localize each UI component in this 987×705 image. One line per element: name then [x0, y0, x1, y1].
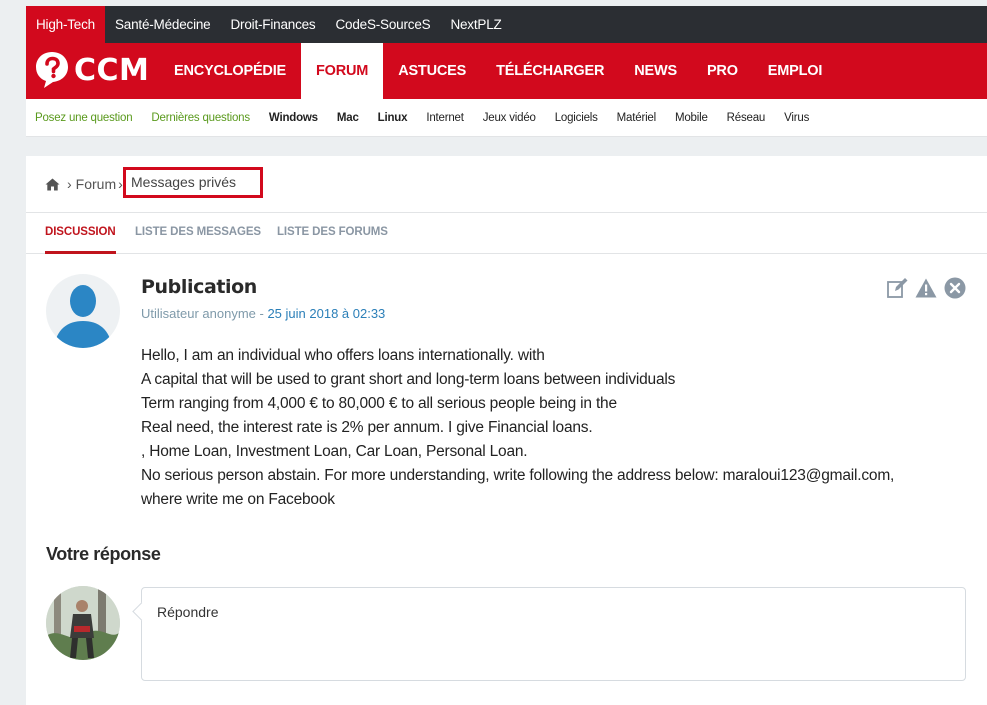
breadcrumb-separator-icon: › [67, 176, 72, 192]
breadcrumb-current: Messages privés [123, 167, 263, 198]
network-link-nextplz[interactable]: NextPLZ [440, 6, 511, 43]
post-title: Publication [141, 276, 257, 298]
ccm-logo[interactable]: CCM [34, 50, 149, 90]
nav-news[interactable]: NEWS [619, 43, 692, 99]
reply-heading: Votre réponse [46, 544, 161, 564]
network-link-droit[interactable]: Droit-Finances [221, 6, 326, 43]
subnav-windows[interactable]: Windows [269, 112, 318, 124]
nav-telecharger[interactable]: TÉLÉCHARGER [481, 43, 619, 99]
post-meta: Utilisateur anonyme - 25 juin 2018 à 02:… [141, 306, 385, 321]
subnav-materiel[interactable]: Matériel [617, 112, 657, 124]
network-link-high-tech[interactable]: High-Tech [26, 6, 105, 43]
warning-icon[interactable] [915, 277, 937, 299]
main-nav: ENCYCLOPÉDIE FORUM ASTUCES TÉLÉCHARGER N… [159, 43, 837, 99]
post-date[interactable]: 25 juin 2018 à 02:33 [267, 306, 385, 321]
logo-text: CCM [74, 52, 150, 88]
subnav-latest-questions[interactable]: Dernières questions [151, 112, 250, 124]
subnav-linux[interactable]: Linux [378, 112, 408, 124]
user-photo-icon [46, 586, 120, 660]
post-author: Utilisateur anonyme [141, 306, 256, 321]
meta-separator: - [255, 306, 268, 321]
breadcrumb: › Forum › [45, 174, 127, 194]
subnav-virus[interactable]: Virus [784, 112, 809, 124]
author-avatar [46, 274, 120, 348]
subnav-reseau[interactable]: Réseau [727, 112, 766, 124]
subnav-mac[interactable]: Mac [337, 112, 359, 124]
subnav-internet[interactable]: Internet [426, 112, 464, 124]
content-card: › Forum › Messages privés DISCUSSION LIS… [26, 156, 987, 705]
nav-emploi[interactable]: EMPLOI [753, 43, 837, 99]
home-icon[interactable] [45, 178, 60, 191]
post-line: where write me on Facebook [141, 491, 335, 508]
post-line: No serious person abstain. For more unde… [141, 467, 895, 484]
subnav-mobile[interactable]: Mobile [675, 112, 708, 124]
breadcrumb-forum[interactable]: Forum [76, 176, 116, 192]
subnav-logiciels[interactable]: Logiciels [555, 112, 598, 124]
tabs: DISCUSSION LISTE DES MESSAGES LISTE DES … [26, 212, 987, 254]
post-line: A capital that will be used to grant sho… [141, 371, 676, 388]
main-header: CCM ENCYCLOPÉDIE FORUM ASTUCES TÉLÉCHARG… [26, 43, 987, 99]
post-line: Term ranging from 4,000 € to 80,000 € to… [141, 395, 617, 412]
tab-discussion[interactable]: DISCUSSION [45, 213, 116, 254]
nav-forum[interactable]: FORUM [301, 43, 384, 99]
post-line: Real need, the interest rate is 2% per a… [141, 419, 593, 436]
nav-astuces[interactable]: ASTUCES [383, 43, 481, 99]
network-link-sante[interactable]: Santé-Médecine [105, 6, 221, 43]
nav-encyclopedie[interactable]: ENCYCLOPÉDIE [159, 43, 301, 99]
anonymous-user-icon [54, 285, 112, 348]
ccm-logo-icon [36, 52, 68, 88]
network-bar: High-Tech Santé-Médecine Droit-Finances … [26, 6, 987, 43]
subnav-ask-question[interactable]: Posez une question [35, 112, 133, 124]
edit-icon[interactable] [886, 277, 908, 299]
post-line: , Home Loan, Investment Loan, Car Loan, … [141, 443, 528, 460]
current-user-avatar [46, 586, 120, 660]
subnav-jeux-video[interactable]: Jeux vidéo [483, 112, 536, 124]
nav-pro[interactable]: PRO [692, 43, 753, 99]
post-body: Hello, I am an individual who offers loa… [141, 344, 971, 512]
tab-forum-list[interactable]: LISTE DES FORUMS [277, 213, 388, 254]
tab-message-list[interactable]: LISTE DES MESSAGES [135, 213, 261, 254]
post-line: Hello, I am an individual who offers loa… [141, 347, 545, 364]
reply-input[interactable]: Répondre [141, 587, 966, 681]
close-icon[interactable] [944, 277, 966, 299]
post-actions [886, 277, 966, 299]
network-link-codes-sources[interactable]: CodeS-SourceS [325, 6, 440, 43]
sub-nav: Posez une question Dernières questions W… [26, 99, 987, 137]
